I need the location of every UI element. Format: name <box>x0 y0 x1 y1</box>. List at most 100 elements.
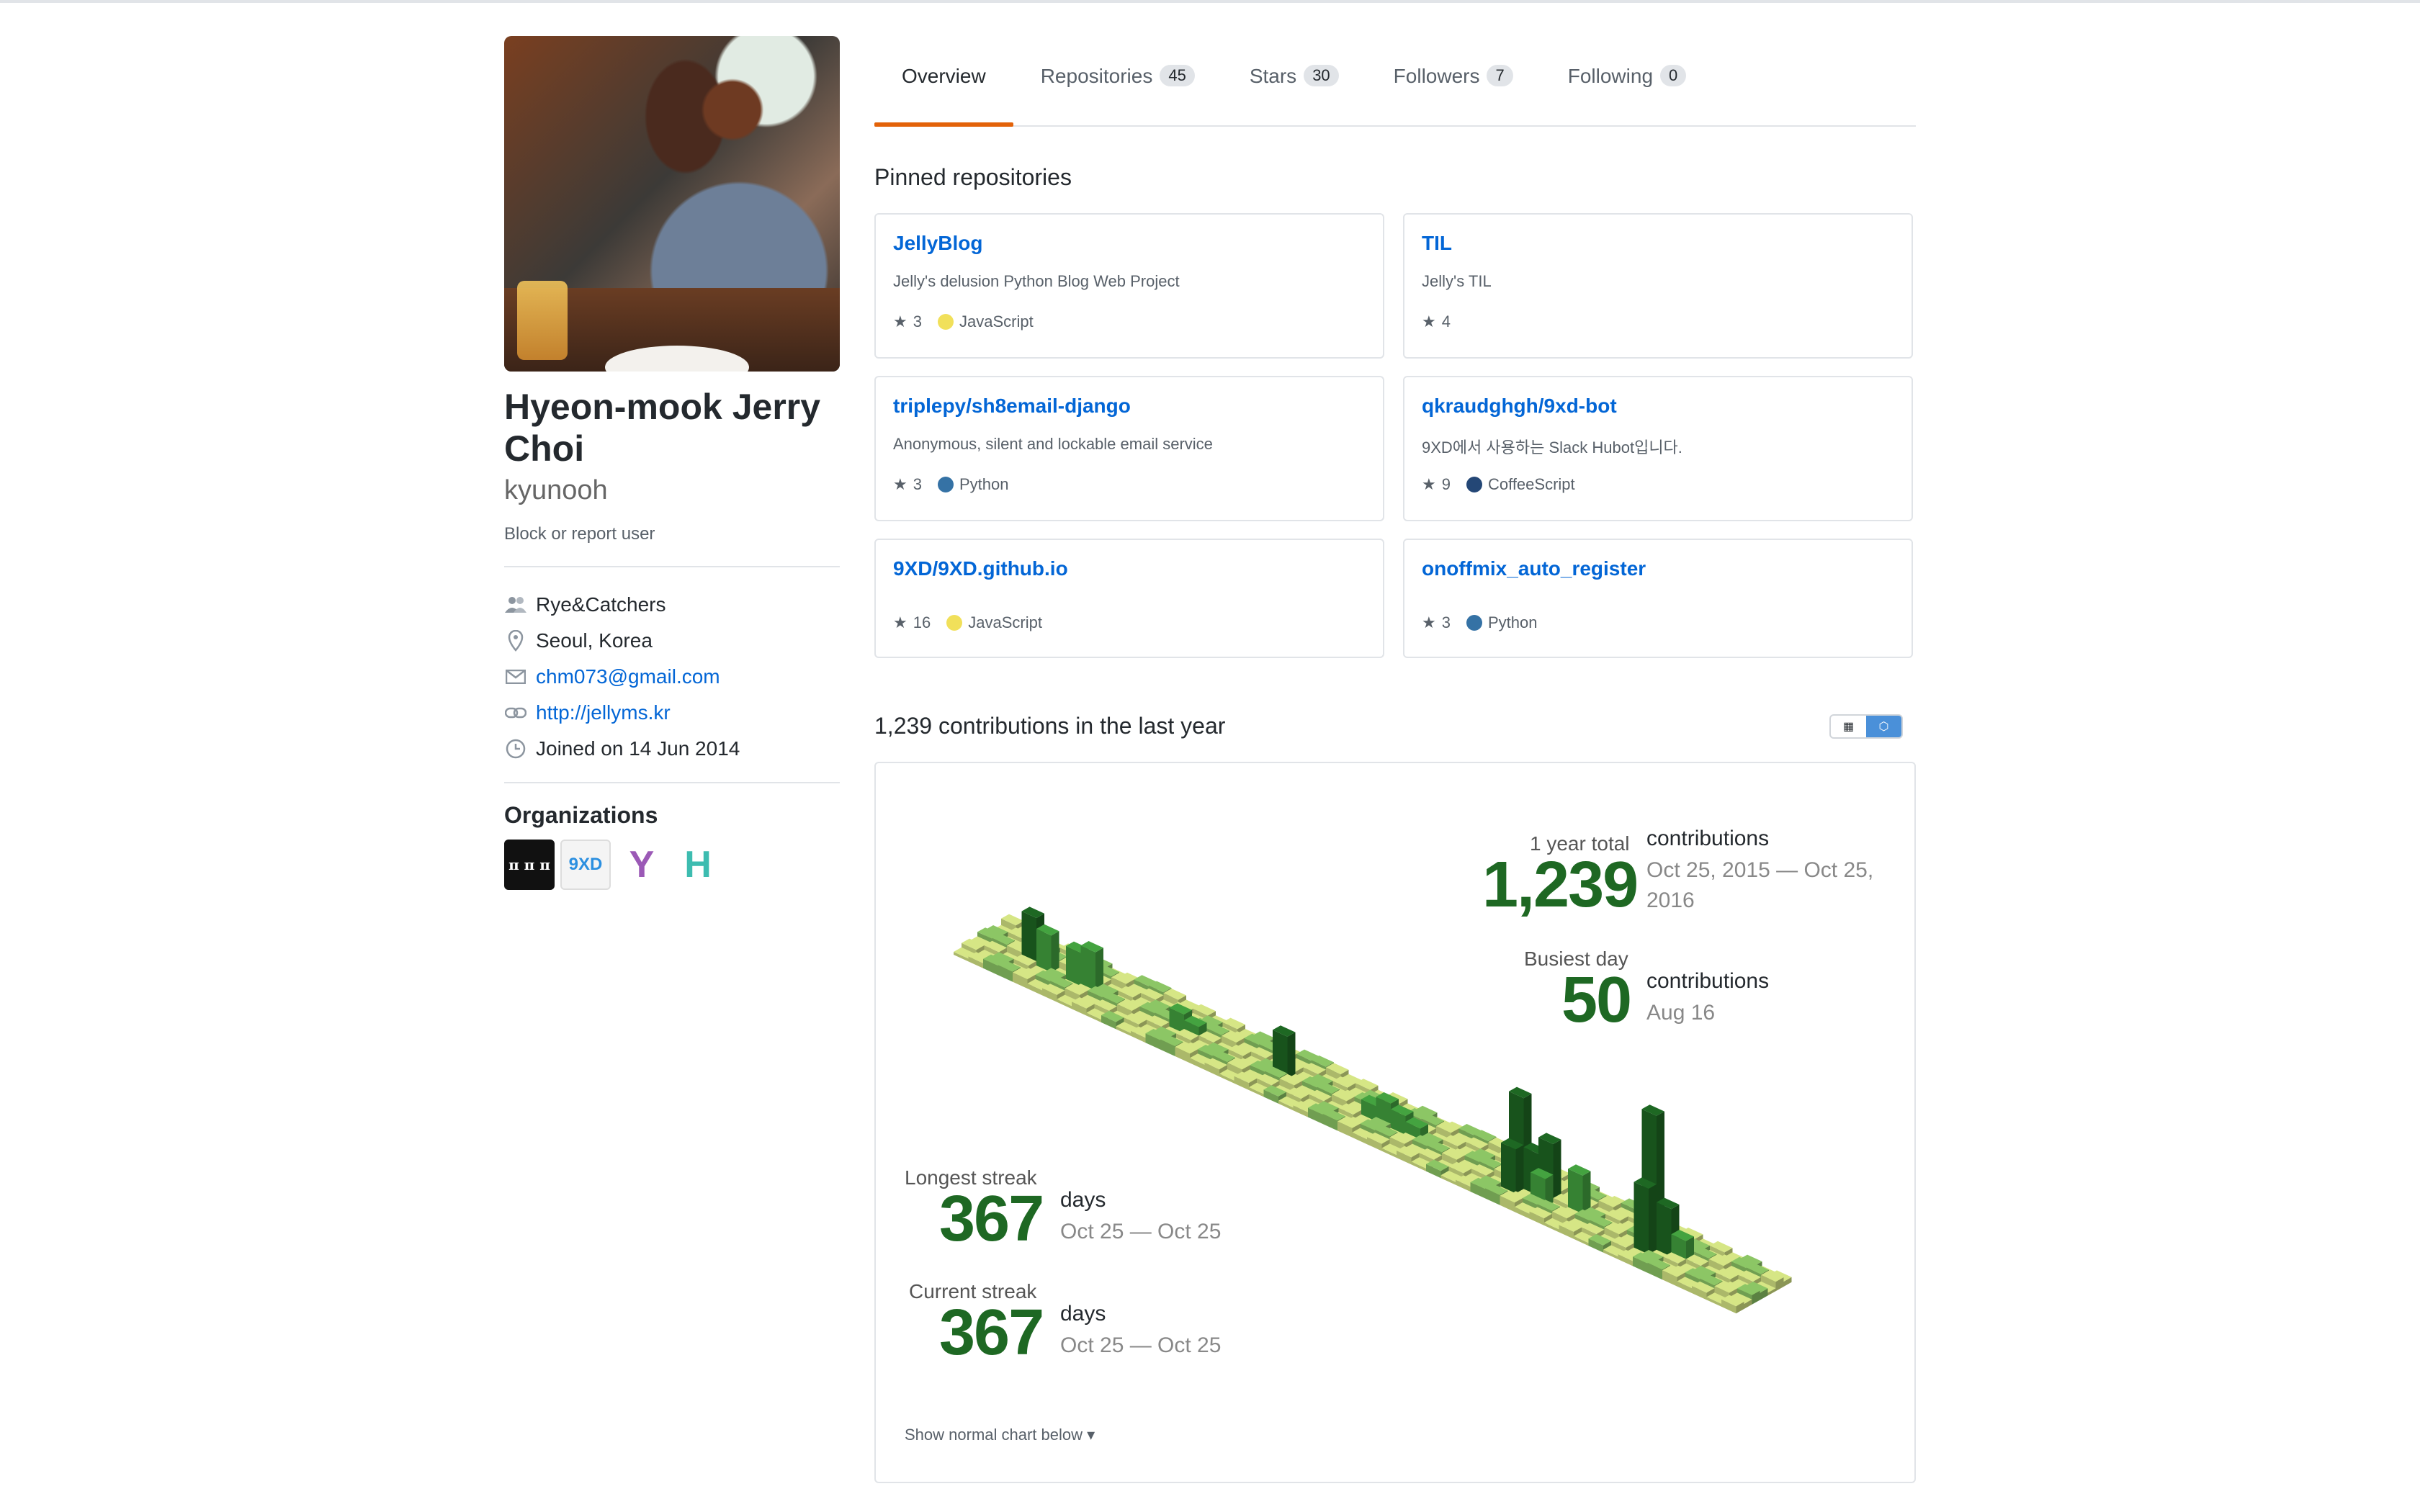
year-total-value: 1,239 <box>1482 849 1639 921</box>
language-color-dot <box>1466 615 1482 631</box>
detail-website[interactable]: http://jellyms.kr <box>504 697 671 729</box>
repo-language: Python <box>959 475 1009 493</box>
email-link[interactable]: chm073@gmail.com <box>536 665 720 688</box>
website-link[interactable]: http://jellyms.kr <box>536 701 671 724</box>
pinned-title: Pinned repositories <box>874 164 1072 190</box>
tab-count: 45 <box>1160 65 1195 86</box>
busiest-day-date: Aug 16 <box>1646 1001 1716 1025</box>
people-icon <box>504 593 527 616</box>
full-name: Hyeon-mook Jerry Choi <box>504 387 821 469</box>
repo-name[interactable]: qkraudghgh/9xd-bot <box>1422 395 1617 418</box>
org-label: π π π <box>508 856 550 873</box>
tab-repositories[interactable]: Repositories 45 <box>1013 50 1222 125</box>
contribution-calendar-3d: 1 year total 1,239 contributions Oct 25,… <box>874 762 1916 1483</box>
detail-joined: Joined on 14 Jun 2014 <box>504 733 740 765</box>
current-streak-range: Oct 25 — Oct 25 <box>1060 1333 1222 1357</box>
show-normal-chart-link[interactable]: Show normal chart below ▾ <box>905 1426 1095 1444</box>
contribution-cell <box>1634 1182 1649 1257</box>
tab-stars[interactable]: Stars 30 <box>1222 50 1366 125</box>
org-h[interactable]: H <box>673 840 723 890</box>
repo-name[interactable]: 9XD/9XD.github.io <box>893 557 1068 580</box>
repo-meta: ★ 4 <box>1422 312 1451 331</box>
pinned-repo-card[interactable]: JellyBlog Jelly's delusion Python Blog W… <box>874 213 1384 359</box>
star-icon: ★ <box>1422 475 1436 493</box>
sidebar-divider <box>504 782 840 783</box>
repo-meta: ★ 3 Python <box>1422 613 1537 632</box>
language-color-dot <box>937 477 954 492</box>
repo-name[interactable]: TIL <box>1422 232 1452 255</box>
repo-language: JavaScript <box>959 312 1034 330</box>
repo-stars: 3 <box>1441 613 1451 631</box>
detail-organization: Rye&Catchers <box>504 589 666 621</box>
current-streak-value: 367 <box>939 1297 1044 1369</box>
tab-following[interactable]: Following 0 <box>1541 50 1714 125</box>
pinned-repo-card[interactable]: triplepy/sh8email-django Anonymous, sile… <box>874 376 1384 521</box>
clock-icon <box>504 737 527 760</box>
repo-description: Anonymous, silent and lockable email ser… <box>893 435 1213 453</box>
star-icon: ★ <box>893 475 908 493</box>
block-report-link[interactable]: Block or report user <box>504 524 655 544</box>
star-icon: ★ <box>893 613 908 631</box>
tab-count: 30 <box>1304 65 1339 86</box>
top-border <box>0 0 2420 3</box>
org-9xd[interactable]: 9XD <box>560 840 611 890</box>
star-icon: ★ <box>1422 312 1436 330</box>
location-icon <box>504 629 527 652</box>
longest-streak-unit: days <box>1060 1188 1106 1212</box>
year-total-unit: contributions <box>1646 827 1770 850</box>
detail-email[interactable]: chm073@gmail.com <box>504 661 720 693</box>
pinned-repo-card[interactable]: TIL Jelly's TIL ★ 4 <box>1403 213 1913 359</box>
repo-name[interactable]: JellyBlog <box>893 232 982 255</box>
org-y[interactable]: Y <box>617 840 667 890</box>
repo-description: 9XD에서 사용하는 Slack Hubot입니다. <box>1422 438 1682 456</box>
profile-tabs: Overview Repositories 45 Stars 30 Follow… <box>874 50 1916 127</box>
repo-language: JavaScript <box>968 613 1042 631</box>
contributions-title: 1,239 contributions in the last year <box>874 713 1226 739</box>
star-icon: ★ <box>1422 613 1436 631</box>
tab-followers[interactable]: Followers 7 <box>1366 50 1541 125</box>
busiest-day-unit: contributions <box>1646 969 1770 993</box>
detail-text: Rye&Catchers <box>536 593 666 616</box>
tab-label: Overview <box>902 65 986 87</box>
repo-stars: 3 <box>913 475 922 493</box>
pinned-repo-card[interactable]: onoffmix_auto_register ★ 3 Python <box>1403 539 1913 658</box>
repo-stars: 16 <box>913 613 931 631</box>
busiest-day-value: 50 <box>1561 964 1632 1036</box>
org-label: H <box>684 844 712 886</box>
repo-name[interactable]: onoffmix_auto_register <box>1422 557 1646 580</box>
mail-icon <box>504 665 527 688</box>
isometric-view-icon[interactable]: ⬡ <box>1866 716 1901 737</box>
longest-streak-range: Oct 25 — Oct 25 <box>1060 1220 1222 1243</box>
current-streak-unit: days <box>1060 1302 1106 1326</box>
language-color-dot <box>946 615 963 631</box>
tab-label: Following <box>1567 65 1654 87</box>
grid-view-icon[interactable]: ▦ <box>1831 716 1866 737</box>
avatar[interactable] <box>504 36 840 372</box>
avatar-glass <box>517 281 568 360</box>
year-total-range: Oct 25, 2015 — Oct 25, 2016 <box>1646 858 1874 912</box>
tab-count: 7 <box>1487 65 1513 86</box>
chart-view-toggle[interactable]: ▦ ⬡ <box>1829 714 1903 739</box>
pinned-repo-card[interactable]: 9XD/9XD.github.io ★ 16 JavaScript <box>874 539 1384 658</box>
tab-label: Stars <box>1249 65 1297 87</box>
repo-stars: 9 <box>1441 475 1451 493</box>
language-color-dot <box>937 314 954 330</box>
tab-overview[interactable]: Overview <box>874 50 1013 127</box>
tab-count: 0 <box>1660 65 1687 86</box>
repo-name[interactable]: triplepy/sh8email-django <box>893 395 1131 418</box>
repo-meta: ★ 9 CoffeeScript <box>1422 475 1575 494</box>
tab-label: Repositories <box>1040 65 1153 87</box>
language-color-dot <box>1466 477 1482 492</box>
org-label: Y <box>629 844 655 886</box>
repo-meta: ★ 3 JavaScript <box>893 312 1034 331</box>
org-pi[interactable]: π π π <box>504 840 555 890</box>
repo-stars: 4 <box>1441 312 1451 330</box>
detail-text: Seoul, Korea <box>536 629 653 652</box>
repo-language: Python <box>1487 613 1538 631</box>
contribution-cell <box>1515 1145 1524 1197</box>
repo-language: CoffeeScript <box>1487 475 1575 493</box>
pinned-repo-card[interactable]: qkraudghgh/9xd-bot 9XD에서 사용하는 Slack Hubo… <box>1403 376 1913 521</box>
repo-description: Jelly's TIL <box>1422 272 1492 290</box>
organizations-title: Organizations <box>504 802 658 828</box>
star-icon: ★ <box>893 312 908 330</box>
